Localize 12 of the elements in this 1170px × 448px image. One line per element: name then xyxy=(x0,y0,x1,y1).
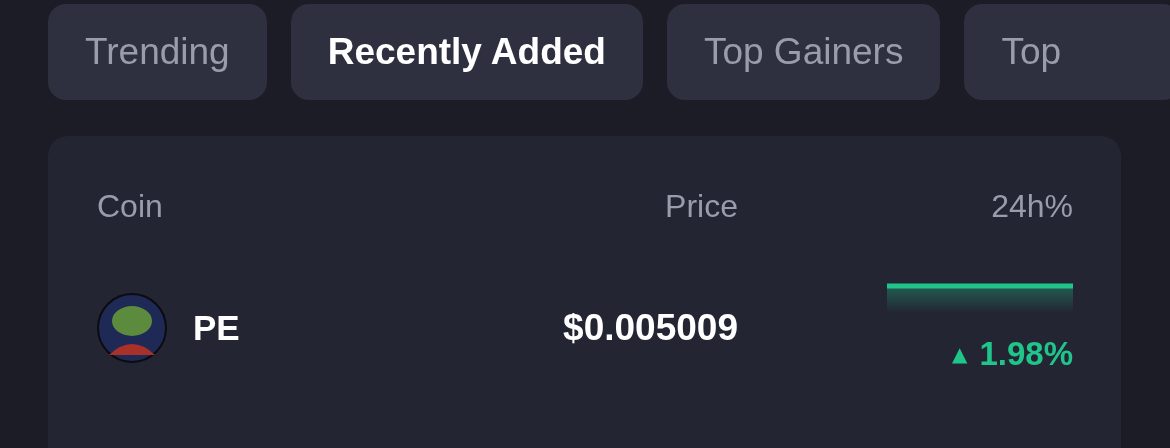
column-header: Coin xyxy=(97,188,164,225)
coin-price: $0.005009 xyxy=(563,307,738,349)
column-header: 24h% xyxy=(991,188,1073,225)
filter-tab[interactable]: Top xyxy=(964,4,1170,100)
filter-tab[interactable]: Recently Added xyxy=(290,4,643,100)
price-change: 1.98% xyxy=(979,335,1073,373)
coin-symbol: PE xyxy=(193,308,240,348)
up-triangle-icon: ▲ xyxy=(952,342,968,366)
filter-tab[interactable]: Top Gainers xyxy=(666,4,941,100)
coin-avatar-icon xyxy=(97,293,167,363)
column-header: Price xyxy=(665,188,738,225)
filter-tab[interactable]: Trending xyxy=(48,4,267,100)
